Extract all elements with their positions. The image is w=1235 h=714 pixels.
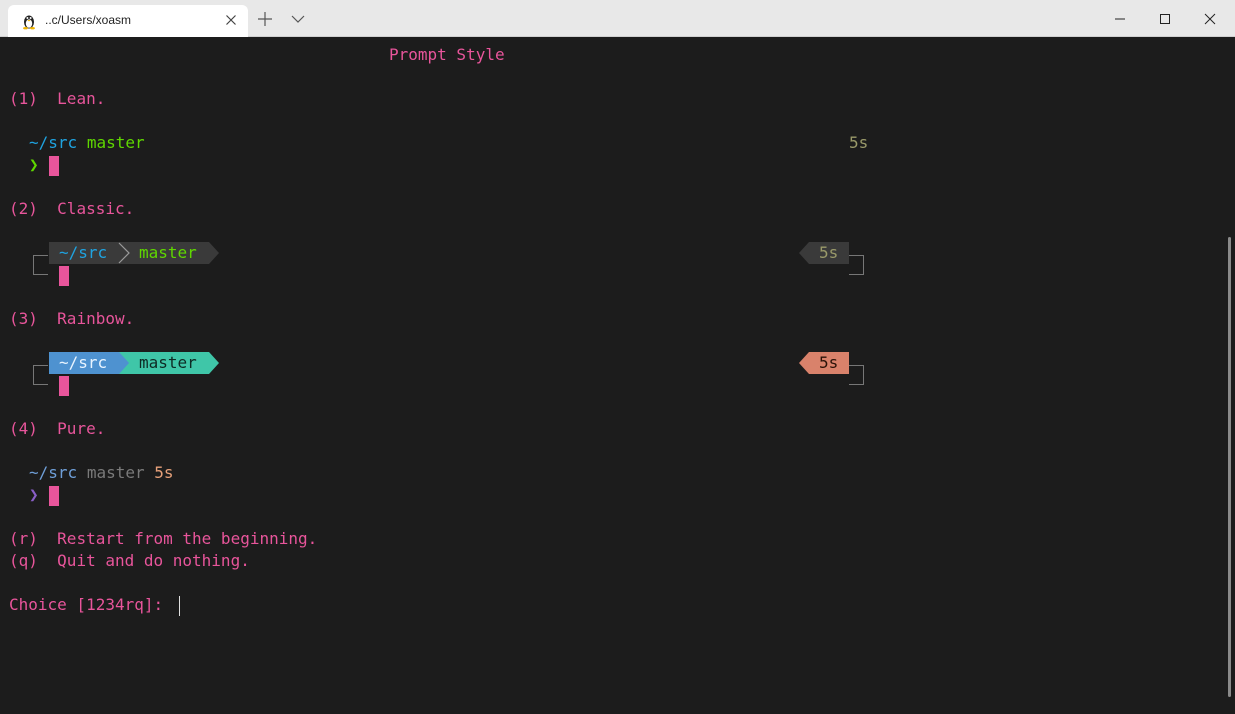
option-label: Restart from the beginning. <box>57 529 318 548</box>
option-key: (3) <box>9 309 38 328</box>
classic-duration: 5s <box>819 243 839 262</box>
cursor-block <box>49 486 59 506</box>
linux-tux-icon <box>23 15 35 30</box>
option-label: Pure. <box>57 419 106 438</box>
classic-branch: master <box>139 243 197 262</box>
close-icon <box>1204 13 1216 25</box>
maximize-icon <box>1160 14 1170 24</box>
preview-dir: ~/src <box>29 463 78 482</box>
preview-branch: master <box>86 463 145 482</box>
cursor-block <box>59 376 69 396</box>
option-restart: (r) Restart from the beginning. <box>9 528 317 550</box>
preview-dir: ~/src <box>29 133 78 152</box>
maximize-button[interactable] <box>1145 6 1185 32</box>
terminal-content[interactable]: Prompt Style (1) Lean. ~/src master 5s ❯… <box>0 37 1235 714</box>
header-title: Prompt Style <box>389 45 505 64</box>
frame-bracket-right <box>849 255 864 275</box>
option-lean: (1) Lean. <box>9 88 105 110</box>
rainbow-dir: ~/src <box>59 353 108 372</box>
option-rainbow: (3) Rainbow. <box>9 308 134 330</box>
terminal-tab[interactable]: ..c/Users/xoasm <box>8 5 248 37</box>
frame-bracket-right <box>849 365 864 385</box>
scrollbar[interactable] <box>1228 237 1231 697</box>
minimize-button[interactable] <box>1100 6 1140 32</box>
input-caret <box>179 596 180 616</box>
lean-preview-line1: ~/src master <box>29 132 145 154</box>
option-label: Quit and do nothing. <box>57 551 250 570</box>
choice-prompt[interactable]: Choice [1234rq]: <box>9 594 173 616</box>
chevron-down-icon[interactable] <box>290 12 306 26</box>
option-key: (q) <box>9 551 38 570</box>
option-quit: (q) Quit and do nothing. <box>9 550 250 572</box>
cursor-block <box>59 266 69 286</box>
frame-bracket-left <box>33 255 48 275</box>
cursor-block <box>49 156 59 176</box>
lean-prompt-char: ❯ <box>29 155 39 174</box>
preview-branch: master <box>86 133 145 152</box>
frame-bracket-left <box>33 365 48 385</box>
title-bar: ..c/Users/xoasm <box>0 0 1235 37</box>
option-label: Lean. <box>57 89 106 108</box>
option-key: (2) <box>9 199 38 218</box>
lean-preview-duration: 5s <box>849 133 869 152</box>
new-tab-plus-icon[interactable] <box>256 10 274 28</box>
option-label: Rainbow. <box>57 309 135 328</box>
rainbow-branch: master <box>139 353 197 372</box>
preview-duration: 5s <box>154 463 174 482</box>
pure-preview-line1: ~/src master 5s <box>29 462 174 484</box>
option-key: (r) <box>9 529 38 548</box>
option-classic: (2) Classic. <box>9 198 134 220</box>
tab-title: ..c/Users/xoasm <box>45 13 132 27</box>
minimize-icon <box>1115 18 1125 20</box>
close-tab-icon[interactable] <box>223 12 239 28</box>
option-key: (4) <box>9 419 38 438</box>
close-window-button[interactable] <box>1190 6 1230 32</box>
option-key: (1) <box>9 89 38 108</box>
pure-prompt-char: ❯ <box>29 485 39 504</box>
option-pure: (4) Pure. <box>9 418 105 440</box>
terminal-window: ..c/Users/xoasm Prompt Style (1) Lean. ~… <box>0 0 1235 714</box>
option-label: Classic. <box>57 199 135 218</box>
classic-dir: ~/src <box>59 243 108 262</box>
rainbow-duration: 5s <box>819 353 839 372</box>
